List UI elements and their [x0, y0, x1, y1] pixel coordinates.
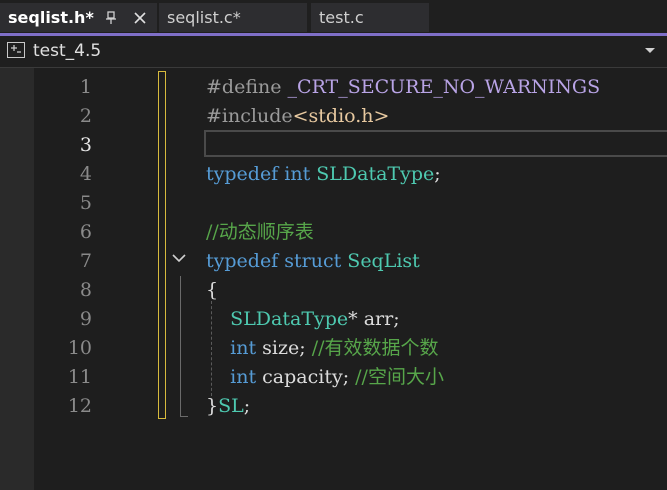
- code-token: SLDataType: [230, 308, 349, 330]
- line-number: 8: [79, 279, 92, 301]
- code-token: #define: [206, 76, 288, 98]
- project-name: test_4.5: [33, 41, 102, 61]
- code-token: SL: [218, 395, 244, 417]
- code-editor[interactable]: 1 2 3 4 5 6 7 8 9 10 11 12 #define _CRT_SECURE_NO_W…: [0, 68, 667, 490]
- code-line[interactable]: typedef int SLDataType;: [206, 160, 441, 189]
- close-icon[interactable]: [131, 9, 149, 27]
- code-line[interactable]: SLDataType* arr;: [206, 305, 400, 334]
- code-token: int: [284, 163, 311, 185]
- fold-chevron-icon[interactable]: [171, 250, 187, 266]
- code-line[interactable]: #define _CRT_SECURE_NO_WARNINGS: [206, 73, 600, 102]
- project-icon: [7, 42, 25, 58]
- code-token: ;: [434, 163, 441, 185]
- code-token: SLDataType: [316, 163, 435, 185]
- code-line[interactable]: //动态顺序表: [206, 218, 314, 247]
- code-token: }: [206, 395, 219, 417]
- code-token: int: [230, 366, 257, 388]
- line-number: 11: [67, 366, 92, 388]
- tab-seqlist-c[interactable]: seqlist.c*: [159, 3, 307, 32]
- project-dropdown[interactable]: test_4.5: [0, 36, 667, 68]
- line-number: 5: [79, 192, 92, 214]
- line-number: 10: [67, 337, 92, 359]
- code-token: typedef: [206, 163, 279, 185]
- line-number: 9: [79, 308, 92, 330]
- line-number: 4: [79, 163, 92, 185]
- code-token: //空间大小: [355, 366, 444, 388]
- tab-seqlist-h[interactable]: seqlist.h*: [0, 3, 157, 32]
- code-token: capacity;: [256, 366, 356, 388]
- line-number: 1: [79, 76, 92, 98]
- code-token: size;: [256, 337, 312, 359]
- fold-guide-end: [180, 416, 188, 417]
- line-number: 3: [79, 134, 92, 156]
- code-token: {: [206, 279, 219, 301]
- code-token: SeqList: [347, 250, 420, 272]
- editor-margin: [0, 68, 34, 490]
- pin-icon[interactable]: [104, 10, 118, 26]
- current-line-highlight: [204, 130, 667, 157]
- code-line[interactable]: }SL;: [206, 392, 250, 421]
- code-line[interactable]: int size; //有效数据个数: [206, 334, 439, 363]
- line-number: 12: [67, 395, 92, 417]
- code-token: ;: [243, 395, 251, 417]
- code-line[interactable]: {: [206, 276, 218, 305]
- line-number: 6: [79, 221, 92, 243]
- line-number: 7: [79, 250, 92, 272]
- line-number: 2: [79, 105, 92, 127]
- code-token: _CRT_SECURE_NO_WARNINGS: [287, 76, 601, 98]
- code-line[interactable]: typedef struct SeqList: [206, 247, 420, 276]
- change-marker: [158, 71, 166, 419]
- code-token: * arr;: [348, 308, 400, 330]
- code-token: int: [230, 337, 257, 359]
- code-token: <stdio.h>: [292, 105, 390, 127]
- tab-label: seqlist.h*: [8, 8, 94, 27]
- code-token: struct: [284, 250, 342, 272]
- chevron-down-icon[interactable]: [645, 48, 655, 53]
- tab-test-c[interactable]: test.c: [311, 3, 429, 32]
- code-token: typedef: [206, 250, 279, 272]
- tab-bar: seqlist.h* seqlist.c* test.c: [0, 0, 667, 34]
- code-line[interactable]: int capacity; //空间大小: [206, 363, 444, 392]
- tab-label: seqlist.c*: [167, 8, 241, 27]
- code-token: //动态顺序表: [206, 221, 314, 243]
- fold-guide: [180, 276, 181, 416]
- code-line[interactable]: #include<stdio.h>: [206, 102, 389, 131]
- tab-label: test.c: [319, 8, 364, 27]
- code-token: #include: [206, 105, 293, 127]
- code-token: //有效数据个数: [311, 337, 439, 359]
